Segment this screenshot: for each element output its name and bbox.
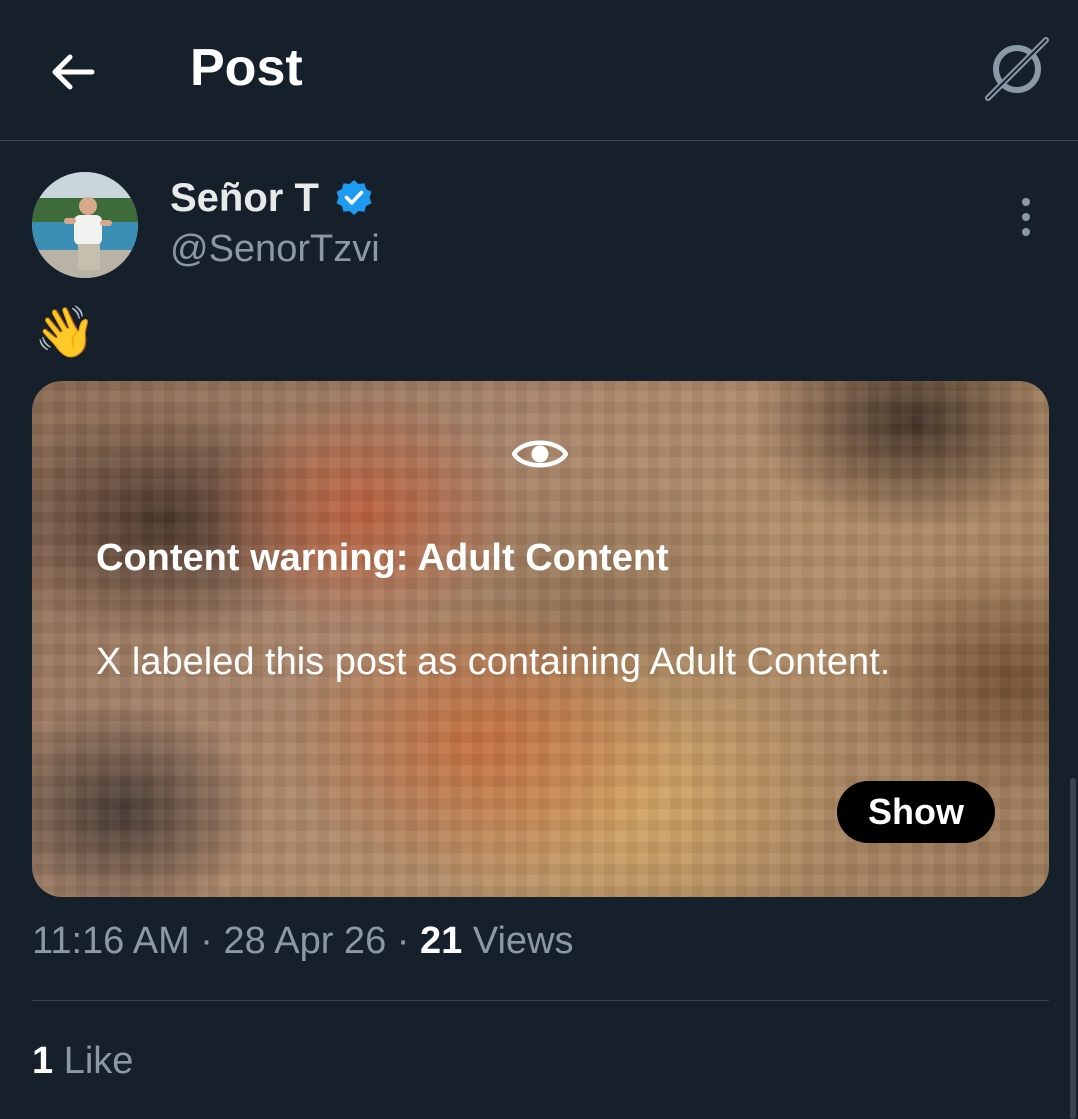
post-date: 28 Apr 26 bbox=[223, 920, 387, 962]
eye-icon bbox=[511, 440, 569, 468]
meta-separator: · bbox=[189, 920, 224, 962]
likes-link[interactable]: 1 Like bbox=[32, 1040, 133, 1083]
meta-separator: · bbox=[386, 920, 420, 962]
post-text: 👋 bbox=[34, 304, 97, 360]
likes-count: 1 bbox=[32, 1040, 54, 1082]
content-warning-title: Content warning: Adult Content bbox=[96, 537, 669, 579]
avatar[interactable] bbox=[32, 172, 138, 278]
verified-badge-icon bbox=[334, 178, 374, 218]
post-time: 11:16 AM bbox=[32, 920, 190, 962]
page-title: Post bbox=[190, 39, 303, 97]
likes-label: Like bbox=[53, 1040, 134, 1082]
scrollbar[interactable] bbox=[1070, 778, 1076, 1119]
top-bar: Post bbox=[0, 0, 1078, 141]
views-count: 21 bbox=[419, 920, 463, 962]
avatar-photo bbox=[32, 172, 138, 278]
more-vertical-icon bbox=[1022, 198, 1030, 236]
author-name[interactable]: Señor T bbox=[170, 176, 319, 221]
content-warning-body: X labeled this post as containing Adult … bbox=[96, 641, 891, 683]
back-button[interactable] bbox=[44, 42, 104, 102]
divider bbox=[32, 1000, 1049, 1001]
views-label: Views bbox=[462, 920, 574, 962]
author-handle[interactable]: @SenorTzvi bbox=[170, 228, 380, 271]
post-metadata: 11:16 AM · 28 Apr 26 · 21 Views bbox=[32, 920, 574, 963]
sensitive-media[interactable]: Content warning: Adult Content X labeled… bbox=[32, 381, 1049, 897]
more-options-button[interactable] bbox=[1006, 194, 1046, 240]
grok-icon bbox=[985, 37, 1049, 101]
grok-button[interactable] bbox=[984, 36, 1050, 102]
show-button[interactable]: Show bbox=[837, 781, 995, 843]
arrow-left-icon bbox=[52, 54, 95, 90]
